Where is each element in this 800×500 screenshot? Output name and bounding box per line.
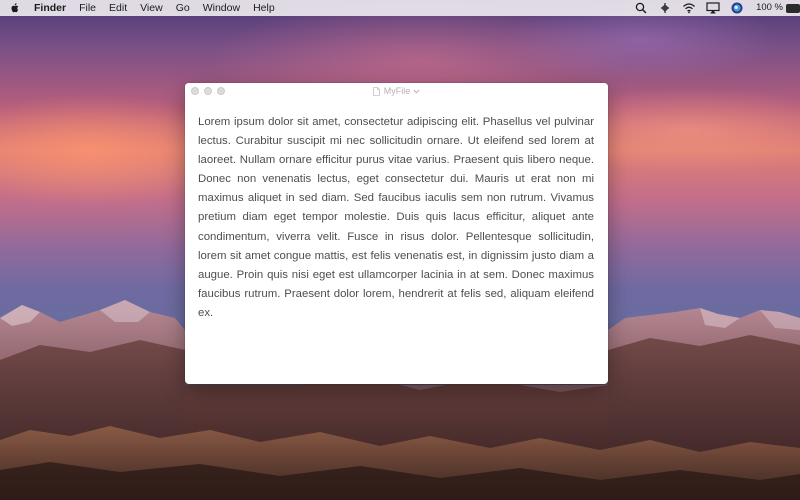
window-title: MyFile <box>383 86 411 96</box>
menu-file[interactable]: File <box>79 0 96 16</box>
window-titlebar[interactable]: MyFile <box>185 83 608 99</box>
airplay-icon[interactable] <box>706 2 720 14</box>
menu-view[interactable]: View <box>140 0 163 16</box>
document-window: MyFile Lorem ipsum dolor sit amet, conse… <box>185 83 608 384</box>
document-icon <box>372 86 380 96</box>
menu-go[interactable]: Go <box>176 0 190 16</box>
siri-icon[interactable] <box>730 2 744 14</box>
status-area: 100 % <box>624 0 800 16</box>
menu-help[interactable]: Help <box>253 0 275 16</box>
document-text[interactable]: Lorem ipsum dolor sit amet, consectetur … <box>198 113 594 323</box>
chevron-down-icon[interactable] <box>413 89 420 94</box>
wifi-icon[interactable] <box>682 2 696 14</box>
menu-window[interactable]: Window <box>203 0 240 16</box>
menu-bar: Finder File Edit View Go Window Help 100… <box>0 0 800 16</box>
battery-percentage: 100 % <box>756 2 783 13</box>
window-title-group[interactable]: MyFile <box>185 83 608 99</box>
apple-logo-icon[interactable] <box>10 2 20 14</box>
menu-app-finder[interactable]: Finder <box>34 0 66 16</box>
desktop: Finder File Edit View Go Window Help 100… <box>0 0 800 500</box>
battery-icon[interactable] <box>786 3 800 13</box>
status-icon[interactable] <box>658 2 672 14</box>
search-icon[interactable] <box>634 2 648 14</box>
menu-edit[interactable]: Edit <box>109 0 127 16</box>
